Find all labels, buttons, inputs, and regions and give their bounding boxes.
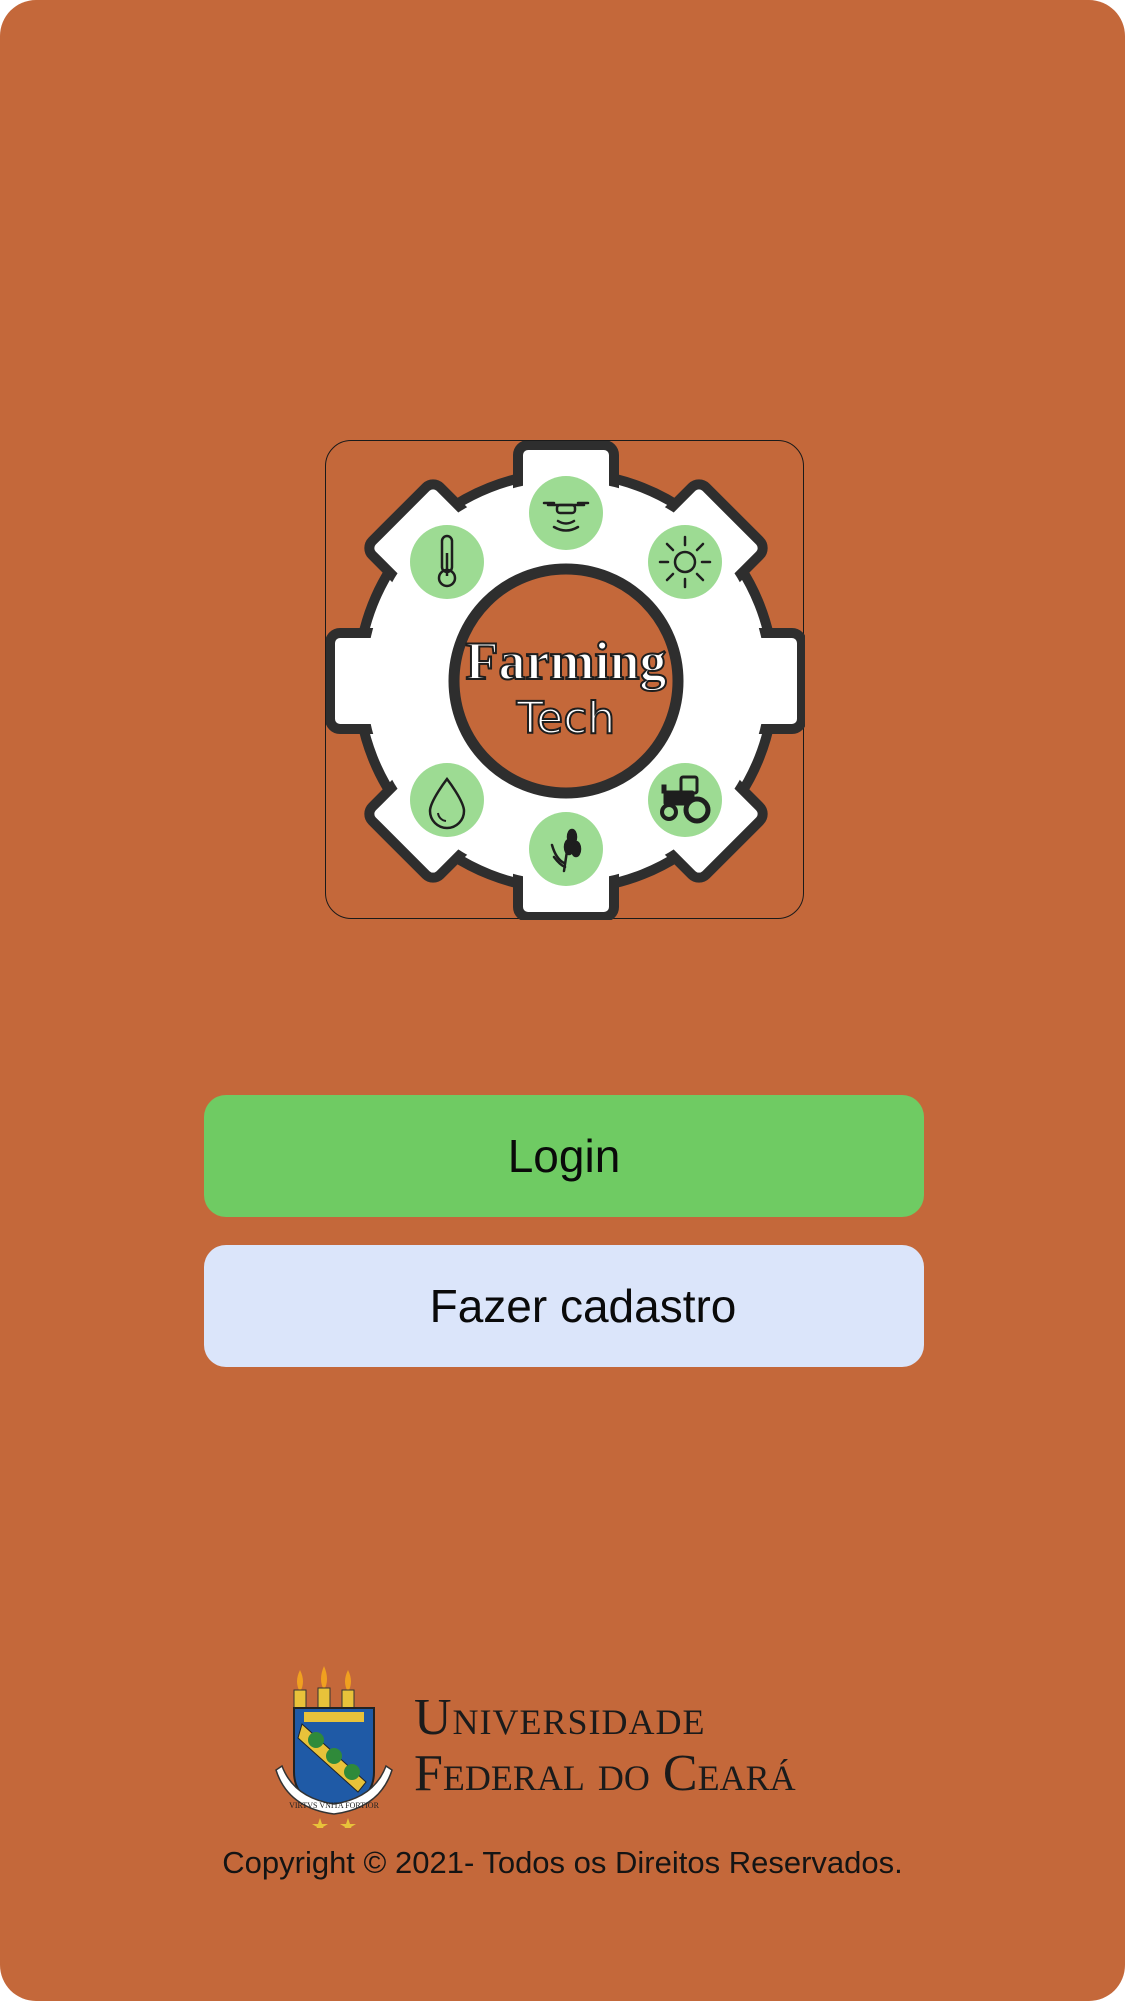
copyright-text: Copyright © 2021- Todos os Direitos Rese… — [222, 1845, 903, 1880]
ufc-motto: VIRTVS VNITA FORTIOR — [289, 1801, 379, 1810]
ufc-name-line2: Federal do Ceará — [414, 1745, 796, 1802]
ufc-logo: VIRTVS VNITA FORTIOR Universidade Federa… — [268, 1662, 868, 1828]
app-screen: Farming Tech Login Fazer cadastro VIRTVS… — [0, 0, 1125, 2001]
register-button[interactable]: Fazer cadastro — [204, 1245, 924, 1367]
brand-line1: Farming — [466, 631, 667, 691]
water-drop-icon — [410, 763, 484, 837]
brand-line2: Tech — [516, 693, 616, 744]
ufc-name-line1: Universidade — [414, 1689, 706, 1746]
gear-logo-graphic: Farming Tech — [326, 441, 805, 920]
ufc-coat-of-arms-icon: VIRTVS VNITA FORTIOR — [275, 1666, 393, 1828]
login-button[interactable]: Login — [204, 1095, 924, 1217]
farming-tech-logo: Farming Tech — [325, 440, 805, 920]
